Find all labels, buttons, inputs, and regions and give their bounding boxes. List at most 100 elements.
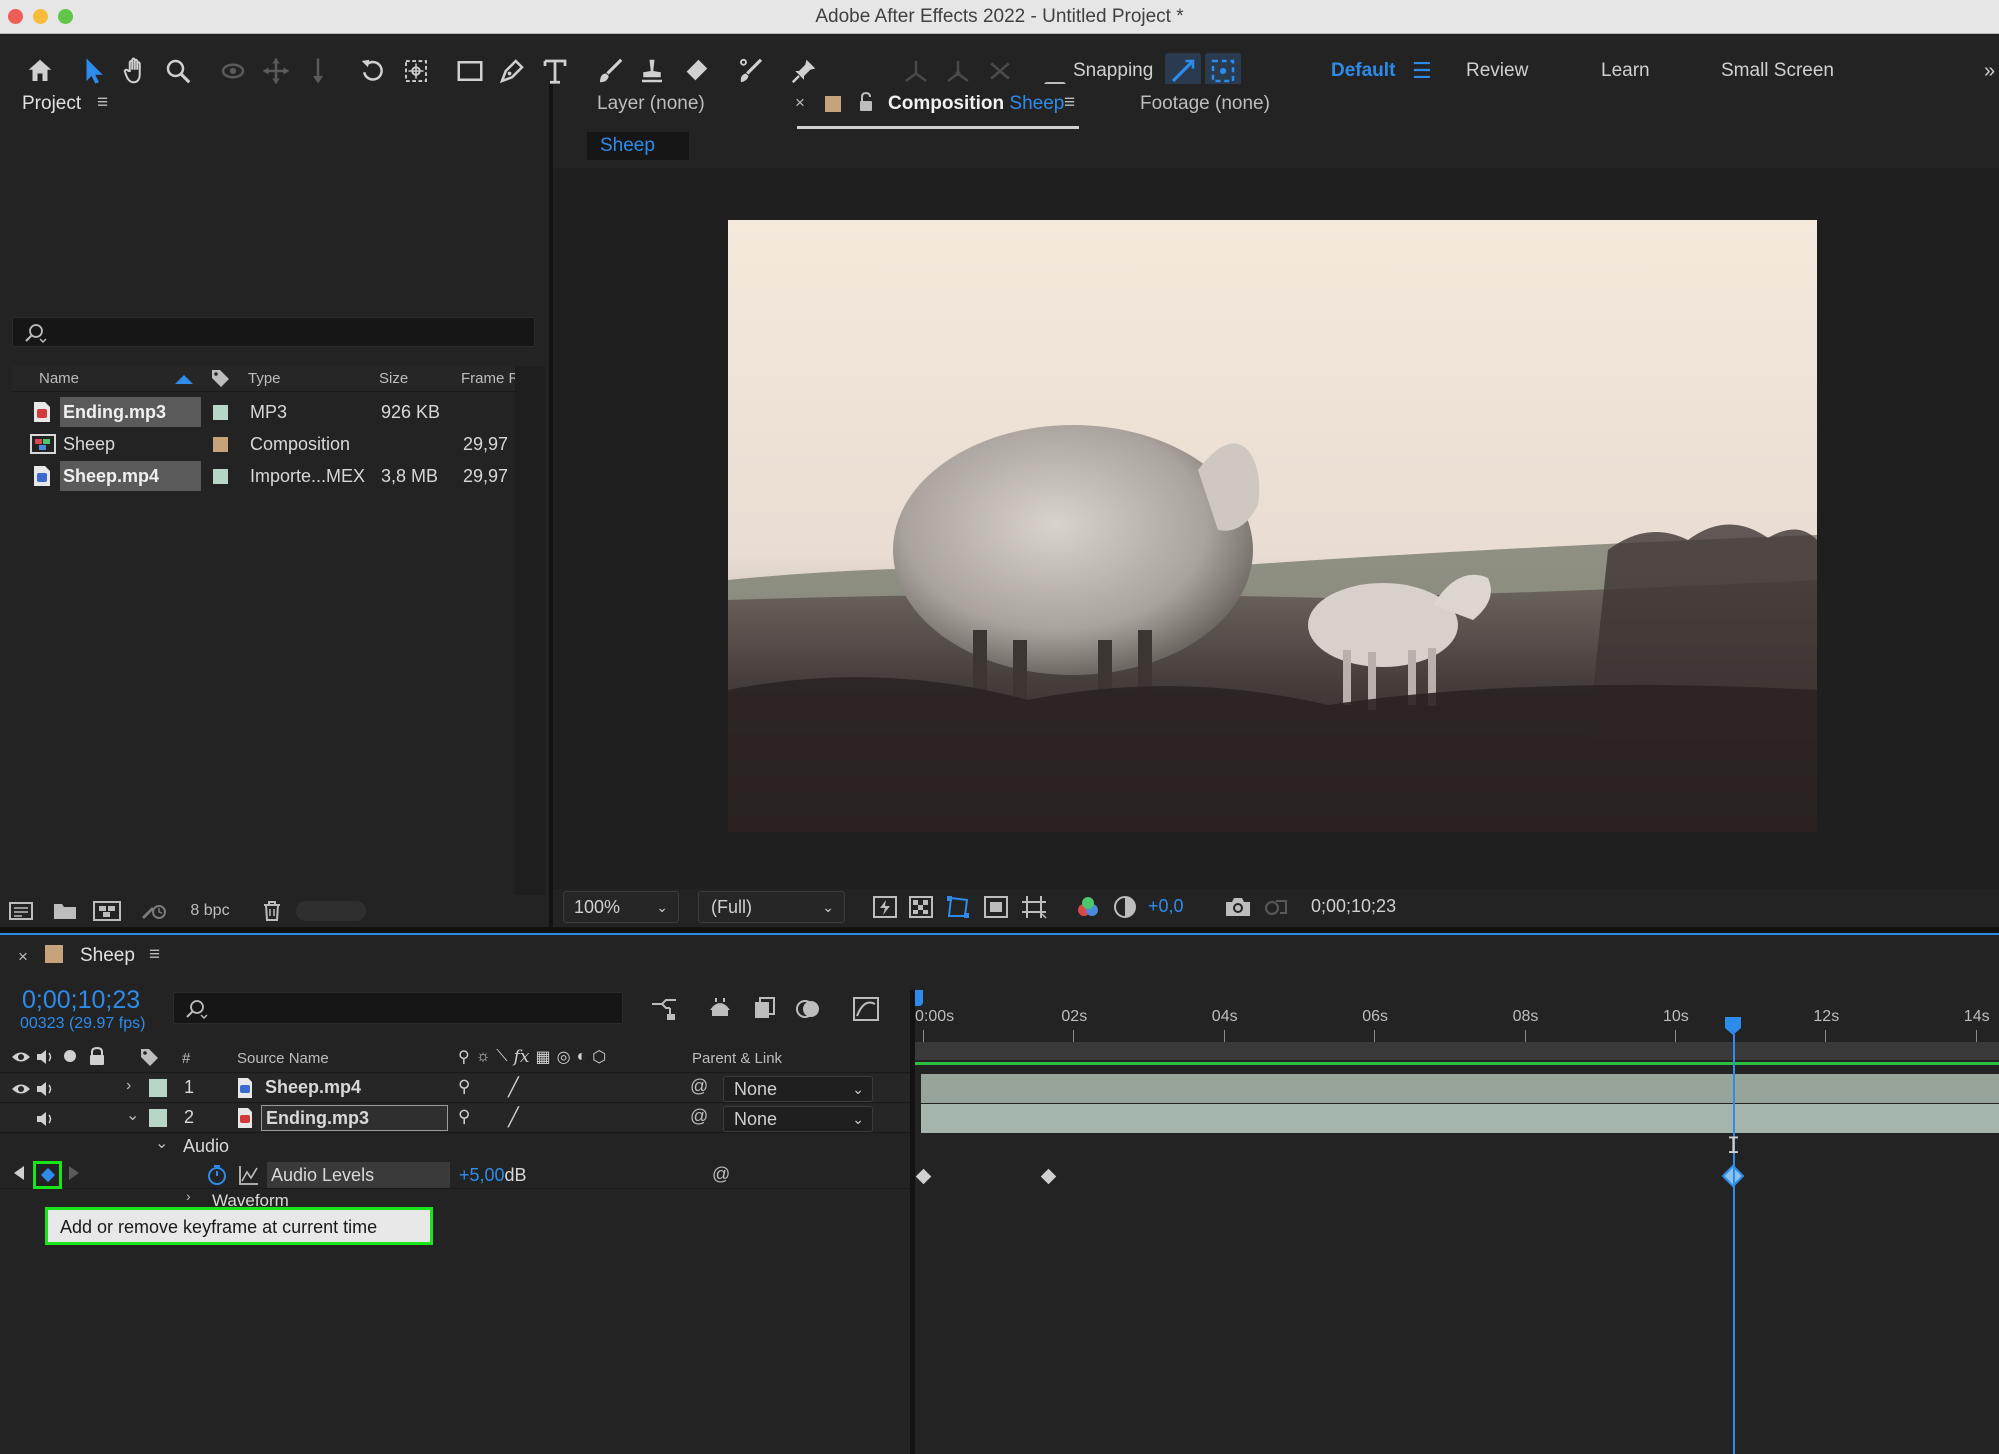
motion-blur-switch-icon[interactable]: ◎ <box>557 1047 571 1067</box>
layer-bar-ending-mp3[interactable] <box>921 1104 1999 1133</box>
layer-name-editing-box[interactable]: Ending.mp3 <box>261 1105 448 1131</box>
shy-switch-icon[interactable]: ⚲ <box>458 1107 470 1127</box>
audio-group-label[interactable]: Audio <box>183 1136 229 1157</box>
fast-previews-icon[interactable] <box>872 894 898 920</box>
keyframe[interactable] <box>1040 1168 1057 1184</box>
graph-editor-icon[interactable] <box>852 996 880 1022</box>
label-swatch[interactable] <box>213 469 228 484</box>
quality-switch-icon[interactable]: ╱ <box>508 1077 519 1098</box>
next-keyframe-icon[interactable] <box>69 1166 79 1180</box>
resolution-select[interactable]: (Full) ⌄ <box>698 891 845 923</box>
snapshot-camera-icon[interactable] <box>1224 895 1252 919</box>
video-visibility-icon[interactable] <box>11 1080 31 1098</box>
graph-icon[interactable] <box>238 1164 260 1186</box>
audio-speaker-icon[interactable] <box>35 1110 55 1128</box>
project-search-input[interactable] <box>12 317 535 347</box>
layer-bar-sheep-mp4[interactable] <box>921 1074 1999 1103</box>
reset-exposure-icon[interactable] <box>1112 894 1138 920</box>
project-scrollbar[interactable] <box>515 366 545 896</box>
layer-label-swatch[interactable] <box>149 1079 167 1097</box>
exposure-value[interactable]: +0,0 <box>1148 896 1184 917</box>
magnification-select[interactable]: 100% ⌄ <box>563 891 679 923</box>
close-timeline-tab-icon[interactable]: × <box>18 947 28 967</box>
project-panel-menu-icon[interactable]: ≡ <box>97 92 108 114</box>
list-item[interactable]: Sheep Composition 29,97 <box>12 429 517 461</box>
timeline-comp-tab[interactable]: Sheep <box>80 945 135 967</box>
layer-name[interactable]: Sheep.mp4 <box>265 1077 361 1098</box>
timeline-current-time[interactable]: 0;00;10;23 <box>22 986 140 1015</box>
column-type[interactable]: Type <box>248 370 281 387</box>
tab-layer[interactable]: Layer (none) <box>597 93 705 115</box>
show-snapshot-icon[interactable] <box>1262 895 1290 919</box>
chevron-down-icon[interactable]: ⌄ <box>126 1105 139 1125</box>
new-composition-icon[interactable] <box>92 899 122 923</box>
chevron-right-icon[interactable]: › <box>126 1077 131 1095</box>
pick-whip-icon[interactable]: @ <box>712 1164 730 1185</box>
label-swatch[interactable] <box>213 405 228 420</box>
adjust-project-settings-icon[interactable] <box>138 899 168 923</box>
playhead-handle[interactable] <box>1724 1016 1742 1036</box>
keyframe[interactable] <box>915 1168 931 1184</box>
project-color-depth[interactable]: 8 bpc <box>180 895 240 927</box>
timeline-panel-menu-icon[interactable]: ≡ <box>149 944 160 966</box>
thumbnail-zoom-slider[interactable] <box>296 901 366 921</box>
adjustment-layer-switch-icon[interactable]: ◐ <box>577 1048 587 1066</box>
playhead-line[interactable] <box>1732 1034 1735 1454</box>
tab-footage[interactable]: Footage (none) <box>1140 93 1270 115</box>
column-size[interactable]: Size <box>379 370 408 387</box>
mask-visibility-icon[interactable] <box>945 894 971 920</box>
property-name-box[interactable]: Audio Levels <box>267 1162 450 1188</box>
audio-speaker-icon[interactable] <box>35 1080 55 1098</box>
column-name[interactable]: Name <box>39 370 79 387</box>
new-folder-icon[interactable] <box>52 899 78 923</box>
solo-icon[interactable] <box>64 1050 76 1062</box>
chevron-right-icon[interactable]: › <box>186 1188 191 1204</box>
list-item[interactable]: Sheep.mp4 Importe...MEX 3,8 MB 29,97 <box>12 461 517 493</box>
audio-speaker-icon[interactable] <box>35 1048 55 1066</box>
quality-switch-icon[interactable]: ⟍ <box>496 1048 507 1066</box>
region-of-interest-icon[interactable] <box>983 894 1009 920</box>
3d-layer-switch-icon[interactable]: ⬡ <box>592 1047 606 1067</box>
motion-blur-icon[interactable] <box>795 996 823 1022</box>
column-source-name[interactable]: Source Name <box>237 1050 329 1067</box>
grid-guides-icon[interactable] <box>1020 894 1048 920</box>
label-tag-icon[interactable] <box>138 1046 160 1068</box>
collapse-switch-icon[interactable]: ☼ <box>476 1048 491 1066</box>
shy-switch-icon[interactable]: ⚲ <box>458 1047 470 1067</box>
lock-icon[interactable] <box>88 1046 106 1066</box>
previous-keyframe-icon[interactable] <box>14 1166 24 1180</box>
quality-switch-icon[interactable]: ╱ <box>508 1107 519 1128</box>
interpret-footage-icon[interactable] <box>8 899 36 923</box>
frame-blend-switch-icon[interactable]: ▦ <box>535 1047 550 1067</box>
sort-ascending-icon[interactable] <box>175 375 193 384</box>
close-tab-icon[interactable]: × <box>795 93 805 113</box>
effects-switch-icon[interactable]: fx <box>514 1047 530 1067</box>
unlock-icon[interactable] <box>858 91 874 112</box>
comp-breadcrumb[interactable]: Sheep <box>587 132 689 160</box>
add-remove-keyframe-button[interactable] <box>33 1161 62 1189</box>
shy-layers-icon[interactable] <box>706 996 734 1022</box>
pick-whip-icon[interactable]: @ <box>690 1106 708 1127</box>
property-value[interactable]: +5,00dB <box>459 1165 527 1186</box>
column-parent-link[interactable]: Parent & Link <box>692 1050 782 1067</box>
viewer-current-time[interactable]: 0;00;10;23 <box>1311 896 1396 917</box>
label-tag-icon[interactable] <box>209 367 231 389</box>
work-area-bar[interactable] <box>915 1042 1999 1060</box>
parent-select[interactable]: None ⌄ <box>723 1106 873 1132</box>
chevron-down-icon[interactable]: ⌄ <box>155 1133 168 1153</box>
stopwatch-icon[interactable] <box>206 1164 228 1186</box>
composition-preview-image[interactable] <box>728 220 1817 832</box>
channels-icon[interactable] <box>1075 894 1101 920</box>
work-area-start-handle[interactable] <box>915 990 923 1006</box>
time-graph[interactable]: 0:00s 02s 04s 06s 08s 10s 12s 14s I <box>915 990 1999 1454</box>
column-number[interactable]: # <box>182 1050 190 1067</box>
pick-whip-icon[interactable]: @ <box>690 1076 708 1097</box>
comp-mini-flowchart-icon[interactable] <box>650 996 678 1022</box>
frame-blending-icon[interactable] <box>751 996 779 1022</box>
transparency-grid-icon[interactable] <box>908 894 934 920</box>
list-item[interactable]: Ending.mp3 MP3 926 KB <box>12 397 517 429</box>
video-visibility-icon[interactable] <box>11 1048 31 1066</box>
trash-icon[interactable] <box>260 899 284 923</box>
label-swatch[interactable] <box>213 437 228 452</box>
timeline-search-input[interactable] <box>173 992 623 1024</box>
